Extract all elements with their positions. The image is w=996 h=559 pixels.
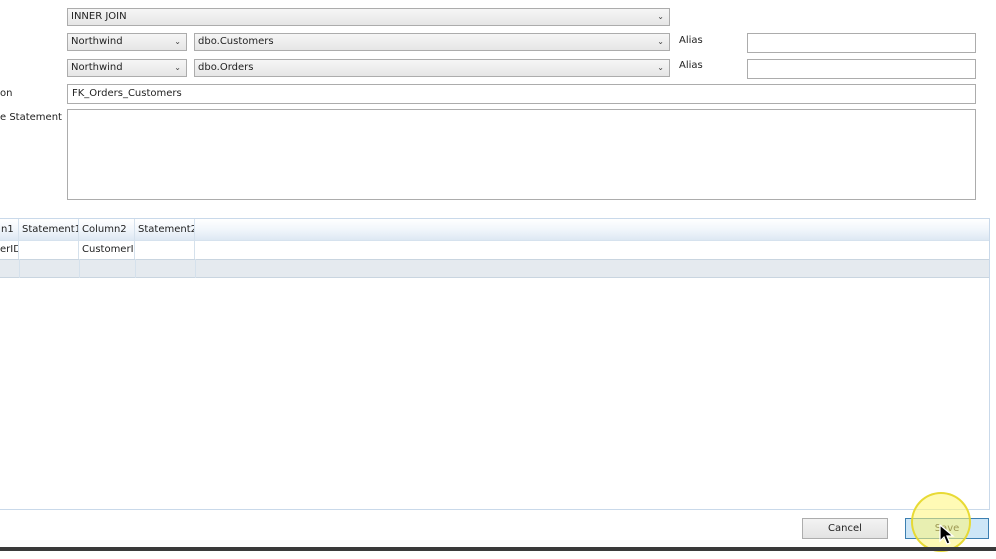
header-column1[interactable]: n1 [0, 219, 19, 240]
chevron-down-icon: ⌄ [657, 63, 664, 72]
grid-new-row[interactable] [0, 259, 989, 278]
grid-column-divider [135, 259, 136, 278]
cell-column2[interactable]: CustomerID [79, 240, 135, 259]
chevron-down-icon: ⌄ [174, 63, 181, 72]
right-table-select[interactable]: dbo.Orders ⌄ [194, 59, 670, 77]
right-table-value: dbo.Orders [198, 62, 254, 73]
join-type-value: INNER JOIN [71, 11, 127, 22]
chevron-down-icon: ⌄ [657, 37, 664, 46]
cell-column1[interactable]: erID [0, 240, 19, 259]
chevron-down-icon: ⌄ [657, 12, 664, 21]
statement-label: e Statement [0, 112, 62, 123]
cancel-button[interactable]: Cancel [802, 518, 888, 539]
right-alias-input[interactable] [747, 59, 976, 79]
left-table-select[interactable]: dbo.Customers ⌄ [194, 33, 670, 51]
header-statement2[interactable]: Statement2 [135, 219, 195, 240]
statement-textarea[interactable] [67, 109, 976, 200]
left-database-select[interactable]: Northwind ⌄ [67, 33, 187, 51]
window-bottom-edge [0, 547, 996, 551]
right-database-select[interactable]: Northwind ⌄ [67, 59, 187, 77]
chevron-down-icon: ⌄ [174, 37, 181, 46]
grid-column-divider [19, 259, 20, 278]
header-column2[interactable]: Column2 [79, 219, 135, 240]
right-alias-label: Alias [679, 60, 703, 71]
column-mapping-grid[interactable]: n1 Statement1 Column2 Statement2 erID Cu… [0, 218, 990, 510]
left-database-value: Northwind [71, 36, 123, 47]
mouse-pointer-icon [939, 524, 955, 545]
relation-input[interactable]: FK_Orders_Customers [67, 84, 976, 104]
grid-column-divider [195, 259, 196, 278]
grid-column-divider [79, 259, 80, 278]
left-alias-label: Alias [679, 35, 703, 46]
join-type-select[interactable]: INNER JOIN ⌄ [67, 8, 670, 26]
left-table-value: dbo.Customers [198, 36, 274, 47]
relation-label: on [0, 88, 13, 99]
left-alias-input[interactable] [747, 33, 976, 53]
header-statement1[interactable]: Statement1 [19, 219, 79, 240]
cell-statement2[interactable] [135, 240, 195, 259]
cell-statement1[interactable] [19, 240, 79, 259]
right-database-value: Northwind [71, 62, 123, 73]
